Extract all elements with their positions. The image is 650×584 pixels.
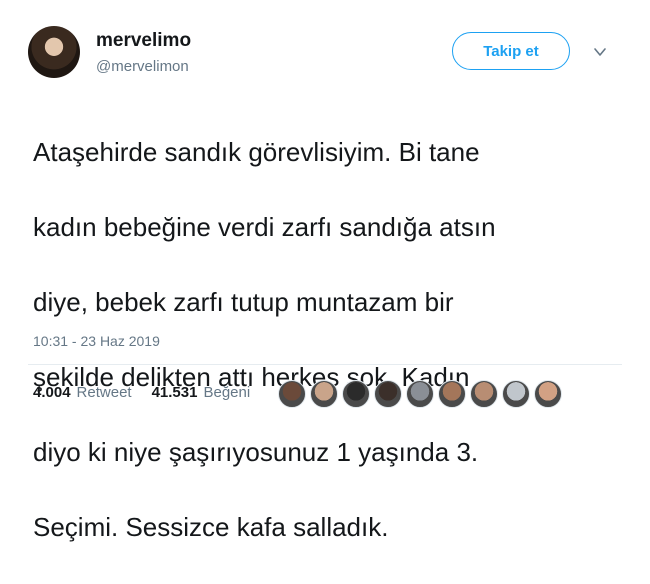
divider	[28, 364, 622, 365]
liker-avatar[interactable]	[342, 380, 370, 408]
liker-avatar[interactable]	[502, 380, 530, 408]
liker-avatar[interactable]	[438, 380, 466, 408]
liker-avatars	[278, 380, 562, 408]
avatar[interactable]	[28, 26, 80, 78]
follow-button[interactable]: Takip et	[452, 32, 570, 70]
retweet-label[interactable]: Retweet	[77, 384, 132, 401]
tweet-stats: 4.004 Retweet 41.531 Beğeni	[33, 384, 250, 401]
liker-avatar[interactable]	[278, 380, 306, 408]
liker-avatar[interactable]	[470, 380, 498, 408]
liker-avatar[interactable]	[534, 380, 562, 408]
display-name[interactable]: mervelimo	[96, 30, 191, 52]
liker-avatar[interactable]	[374, 380, 402, 408]
liker-avatar[interactable]	[310, 380, 338, 408]
chevron-down-icon[interactable]	[592, 44, 608, 60]
like-count[interactable]: 41.531	[152, 384, 198, 401]
tweet-line: kadın bebeğine verdi zarfı sandığa atsın	[33, 211, 496, 242]
tweet-line: Ataşehirde sandık görevlisiyim. Bi tane	[33, 136, 480, 167]
tweet-timestamp[interactable]: 10:31 - 23 Haz 2019	[33, 333, 160, 349]
tweet-line: diyo ki niye şaşırıyosunuz 1 yaşında 3.	[33, 436, 479, 467]
retweet-count[interactable]: 4.004	[33, 384, 71, 401]
like-label[interactable]: Beğeni	[203, 384, 250, 401]
tweet-line: diye, bebek zarfı tutup muntazam bir	[33, 286, 454, 317]
tweet-line: Seçimi. Sessizce kafa salladık.	[33, 511, 389, 542]
liker-avatar[interactable]	[406, 380, 434, 408]
user-handle[interactable]: @mervelimon	[96, 58, 189, 75]
